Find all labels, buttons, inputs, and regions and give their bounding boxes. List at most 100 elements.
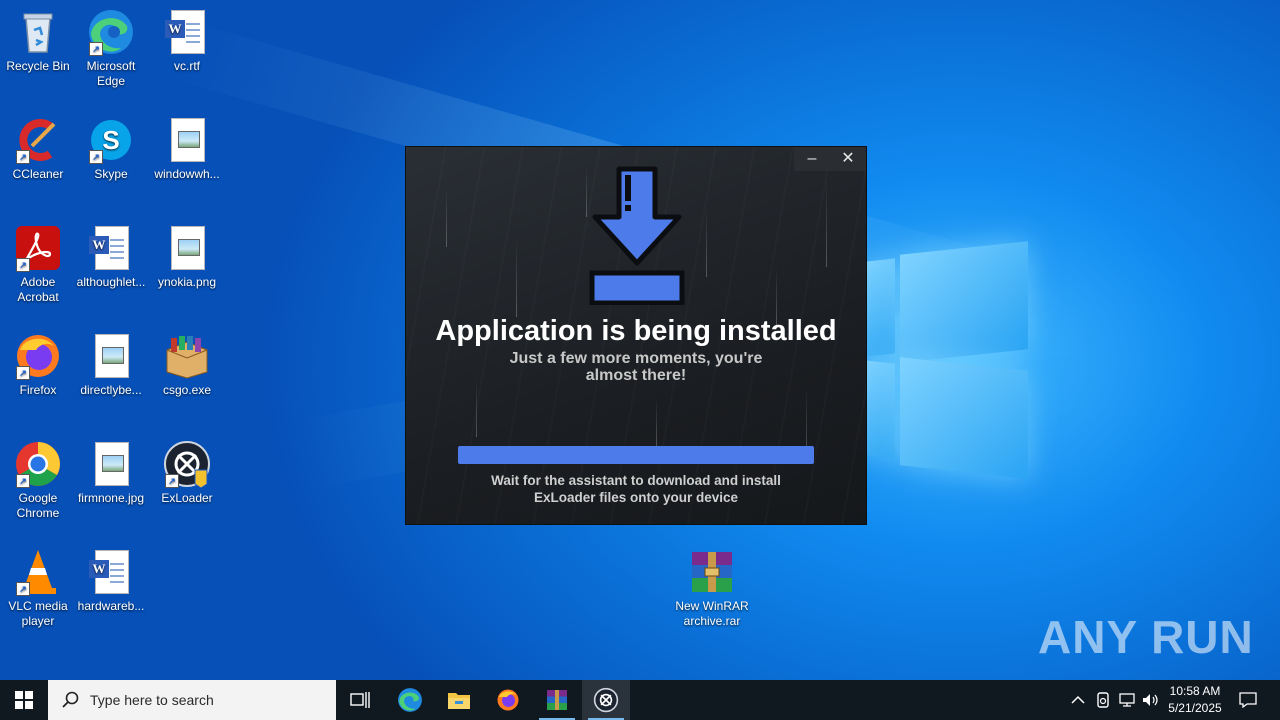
notification-icon [1239,692,1257,708]
ccleaner-icon: ↗ [14,116,62,164]
taskbar-search-box[interactable] [48,680,336,720]
clock-date: 5/21/2025 [1168,701,1222,715]
desktop-icon-winrar-archive[interactable]: New WinRAR archive.rar [673,548,751,629]
recycle-bin-icon [14,8,62,56]
desktop-icon-exloader[interactable]: ↗ ExLoader [149,440,225,506]
taskbar-clock[interactable]: 10:58 AM 5/21/2025 [1160,683,1230,717]
desktop-icon-vc-rtf[interactable]: W vc.rtf [149,8,225,74]
network-icon [1119,693,1135,707]
firefox-icon [497,689,519,711]
desktop-icon-firefox[interactable]: ↗ Firefox [0,332,76,398]
image-file-icon [163,224,211,272]
edge-icon: ↗ [87,8,135,56]
volume-button[interactable] [1140,680,1162,720]
install-footer-line2: ExLoader files onto your device [533,490,739,505]
desktop-icon-ynokia[interactable]: ynokia.png [149,224,225,290]
taskbar: 10:58 AM 5/21/2025 [0,680,1280,720]
install-footer: Wait for the assistant to download and i… [406,472,866,506]
icon-label: Microsoft Edge [86,59,136,88]
edge-icon [398,688,422,712]
minimize-button[interactable]: – [794,147,830,171]
taskbar-winrar[interactable] [533,680,581,720]
word-document-icon: W [163,8,211,56]
task-view-icon [350,692,370,708]
clock-time: 10:58 AM [1169,684,1221,698]
search-icon [62,691,79,708]
firefox-icon: ↗ [14,332,62,380]
desktop-icon-ccleaner[interactable]: ↗ CCleaner [0,116,76,182]
desktop-icon-csgo[interactable]: csgo.exe [149,332,225,398]
folder-icon [448,693,470,709]
network-button[interactable] [1116,680,1138,720]
download-arrow-icon [589,165,685,306]
exloader-icon [593,687,619,713]
tray-device-button[interactable] [1092,680,1114,720]
desktop-icon-firmnone[interactable]: firmnone.jpg [73,440,149,506]
adobe-acrobat-icon: ↗ [14,224,62,272]
icon-label: CCleaner [12,167,64,181]
icon-label: vc.rtf [174,59,200,73]
chrome-icon: ↗ [14,440,62,488]
exloader-icon: ↗ [163,440,211,489]
desktop-icon-hardwareb[interactable]: W hardwareb... [73,548,149,614]
desktop-icon-windowwh[interactable]: windowwh... [149,116,225,182]
word-document-icon: W [87,224,135,272]
icon-label: VLC media player [8,599,68,628]
winrar-archive-icon [688,548,736,596]
icon-label: althoughlet... [76,275,146,289]
windows-start-icon [15,691,33,709]
install-subtitle: Just a few more moments, you're almost t… [406,350,866,384]
icon-label: New WinRAR archive.rar [675,599,749,628]
desktop-icon-microsoft-edge[interactable]: ↗ Microsoft Edge [73,8,149,89]
install-title: Application is being installed [435,315,837,347]
install-progress-bar [458,446,814,464]
install-subtitle-line1: Just a few more moments, you're [509,350,763,367]
icon-label: Adobe Acrobat [17,275,59,304]
icon-label: Google Chrome [16,491,60,520]
desktop-icon-skype[interactable]: S ↗ Skype [73,116,149,182]
install-footer-line1: Wait for the assistant to download and i… [491,473,781,488]
icon-label: directlybe... [80,383,142,397]
search-input[interactable] [88,691,322,709]
icon-label: Firefox [19,383,57,397]
icon-label: ynokia.png [157,275,217,289]
installer-package-icon [163,332,211,380]
taskbar-file-explorer[interactable] [435,680,483,720]
desktop-icon-vlc[interactable]: ↗ VLC media player [0,548,76,629]
image-file-icon [163,116,211,164]
icon-label: hardwareb... [77,599,145,613]
desktop-icon-google-chrome[interactable]: ↗ Google Chrome [0,440,76,521]
close-button[interactable]: ✕ [830,147,866,171]
desktop-icon-directlybe[interactable]: directlybe... [73,332,149,398]
word-document-icon: W [87,548,135,596]
show-hidden-icons-button[interactable] [1066,680,1090,720]
action-center-button[interactable] [1232,680,1264,720]
chevron-up-icon [1071,695,1085,704]
taskbar-firefox[interactable] [484,680,532,720]
icon-label: csgo.exe [162,383,212,397]
taskbar-edge[interactable] [386,680,434,720]
install-subtitle-line2: almost there! [585,367,687,384]
desktop-icon-althoughlet[interactable]: W althoughlet... [73,224,149,290]
install-progress-fill [458,446,814,464]
image-file-icon [87,332,135,380]
anyrun-watermark: ANY RUN [1038,611,1254,663]
icon-label: windowwh... [154,167,220,181]
start-button[interactable] [0,680,48,720]
task-view-button[interactable] [336,680,384,720]
device-icon [1097,692,1109,708]
desktop-icon-adobe-acrobat[interactable]: ↗ Adobe Acrobat [0,224,76,305]
desktop-icon-recycle-bin[interactable]: Recycle Bin [0,8,76,74]
window-controls: – ✕ [794,147,866,171]
vlc-cone-icon: ↗ [14,548,62,596]
installer-window: – ✕ Application is being installed Just … [406,147,866,524]
svg-text:S: S [102,125,119,155]
icon-label: Recycle Bin [6,59,70,73]
windows-logo-wallpaper [865,240,1030,480]
icon-label: ExLoader [161,491,213,505]
image-file-icon [87,440,135,488]
skype-icon: S ↗ [87,116,135,164]
winrar-icon [547,690,567,710]
speaker-icon [1143,694,1158,706]
taskbar-exloader[interactable] [582,680,630,720]
